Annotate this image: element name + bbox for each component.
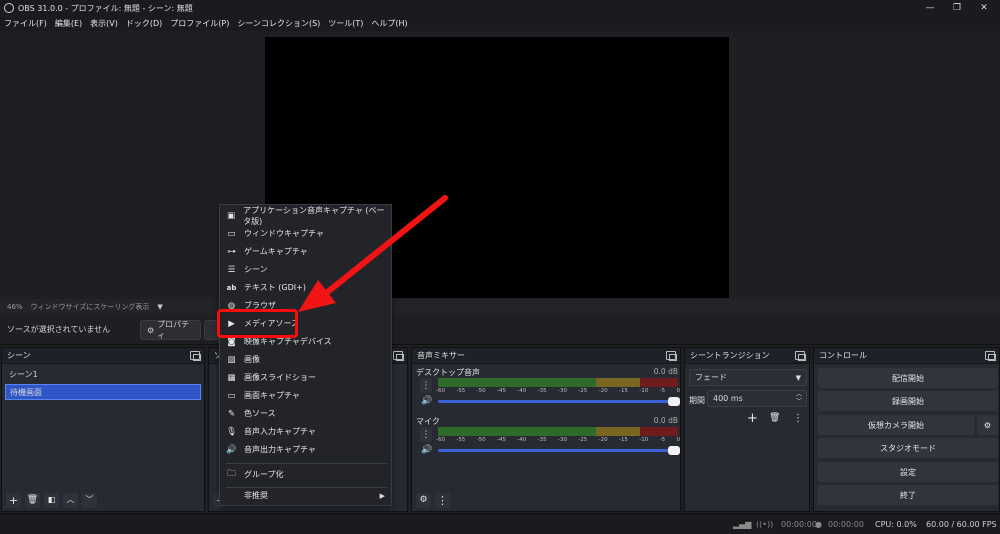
- annotation-arrow-icon: [298, 195, 448, 312]
